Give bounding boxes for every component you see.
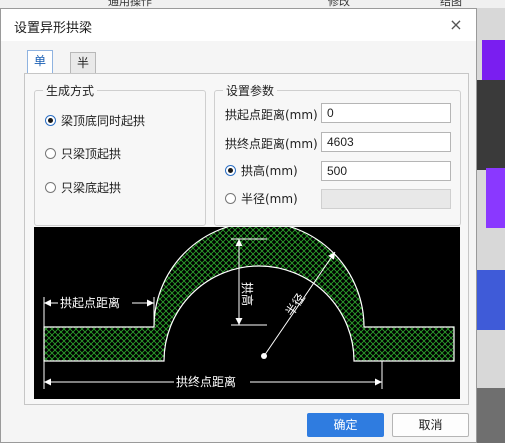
radio-both-arch[interactable] xyxy=(45,114,56,126)
params-group: 设置参数 拱起点距离(mm) 0 拱终点距离(mm) 4603 拱高(mm) 5… xyxy=(214,82,461,226)
arch-diagram: 拱高 半径 拱起点距离 拱终点距离 xyxy=(34,227,460,399)
radius-label: 半径(mm) xyxy=(241,191,298,206)
end-distance-text: 拱终点距离 xyxy=(176,374,236,389)
arch-height-text: 拱高 xyxy=(240,282,255,306)
option-bottom-arch-label: 只梁底起拱 xyxy=(61,180,122,195)
radio-bottom-arch[interactable] xyxy=(45,181,56,193)
tab-half-arch[interactable]: 半拱 xyxy=(70,52,97,90)
radio-arch-height[interactable] xyxy=(225,164,236,176)
tab-single-arch[interactable]: 单拱 xyxy=(27,50,54,88)
cancel-button[interactable]: 取消 xyxy=(392,413,469,437)
generation-legend: 生成方式 xyxy=(43,82,98,99)
option-arch-height[interactable]: 拱高(mm) xyxy=(225,161,298,179)
dialog-title: 设置异形拱梁 xyxy=(14,21,93,36)
option-both-arch-label: 梁顶底同时起拱 xyxy=(61,113,146,128)
radio-radius[interactable] xyxy=(225,192,236,204)
ok-button[interactable]: 确定 xyxy=(307,413,384,437)
background-3d-view xyxy=(476,8,505,443)
end-distance-label: 拱终点距离(mm) xyxy=(225,137,318,151)
start-distance-label: 拱起点距离(mm) xyxy=(225,108,318,122)
start-distance-text: 拱起点距离 xyxy=(60,295,120,310)
close-icon[interactable]: × xyxy=(444,13,468,37)
arch-height-label: 拱高(mm) xyxy=(241,163,298,178)
start-distance-input[interactable]: 0 xyxy=(321,103,451,123)
option-top-arch-label: 只梁顶起拱 xyxy=(61,146,122,161)
params-legend: 设置参数 xyxy=(223,82,278,99)
arch-height-input[interactable]: 500 xyxy=(321,161,451,181)
end-distance-input[interactable]: 4603 xyxy=(321,132,451,152)
option-radius[interactable]: 半径(mm) xyxy=(225,189,298,207)
tab-panel: 生成方式 梁顶底同时起拱 只梁顶起拱 只梁底起拱 设置参数 拱起点距离(mm) … xyxy=(24,73,469,405)
option-bottom-arch[interactable]: 只梁底起拱 xyxy=(45,178,121,196)
option-top-arch[interactable]: 只梁顶起拱 xyxy=(45,144,121,162)
radio-top-arch[interactable] xyxy=(45,147,56,159)
radius-text: 半径 xyxy=(283,291,308,319)
generation-group: 生成方式 梁顶底同时起拱 只梁顶起拱 只梁底起拱 xyxy=(34,82,206,226)
option-both-arch[interactable]: 梁顶底同时起拱 xyxy=(45,111,145,129)
radius-input xyxy=(321,189,451,209)
arch-beam-dialog: 设置异形拱梁 × 单拱 半拱 生成方式 梁顶底同时起拱 只梁顶起拱 只梁底起拱 … xyxy=(0,8,477,443)
dialog-titlebar: 设置异形拱梁 × xyxy=(1,9,476,41)
